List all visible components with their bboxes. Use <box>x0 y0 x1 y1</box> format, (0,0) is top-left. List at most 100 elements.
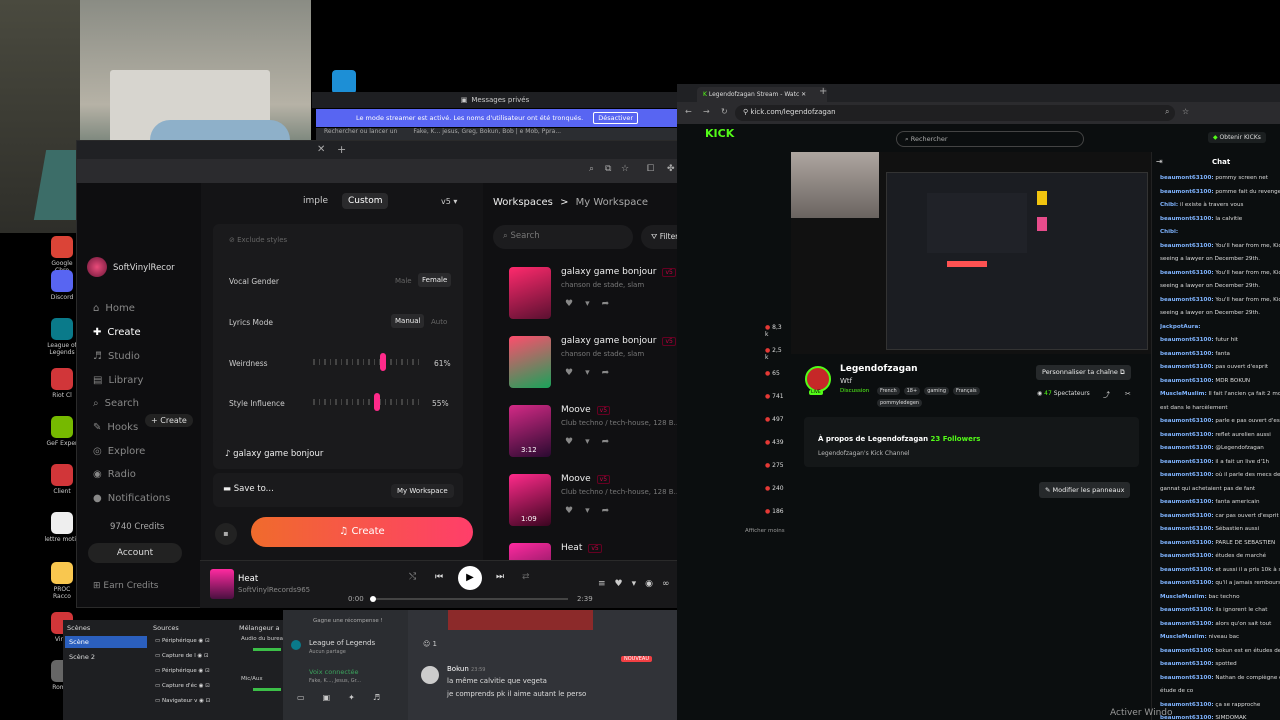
stream-tag[interactable]: gaming <box>924 387 950 395</box>
chat-username[interactable]: beaumont63100: <box>1160 607 1214 613</box>
dislike-icon[interactable]: ▾ <box>585 299 602 309</box>
reaction[interactable]: ☺ 1 <box>423 640 437 648</box>
chat-username[interactable]: beaumont63100: <box>1160 702 1214 708</box>
like-icon[interactable]: ♥ <box>565 299 585 309</box>
track-title[interactable]: Moove v5 <box>561 474 611 484</box>
desktop-icon[interactable]: lettre motiv <box>44 512 80 543</box>
save-to-workspace-select[interactable]: My Workspace <box>391 484 454 498</box>
followed-channel-viewers[interactable]: ● 65 <box>765 370 780 377</box>
sidebar-item-notifications[interactable]: ● Notifications <box>93 493 170 504</box>
followed-channel-viewers[interactable]: ● 275 <box>765 462 784 469</box>
comment-icon[interactable]: ◉ <box>645 579 662 589</box>
chat-username[interactable]: Chibi: <box>1160 229 1178 235</box>
track-title[interactable]: Heat v5 <box>561 543 602 553</box>
sidebar-item-radio[interactable]: ◉ Radio <box>93 469 136 480</box>
avatar[interactable] <box>421 666 439 684</box>
followed-channel-viewers[interactable]: ● 186 <box>765 508 784 515</box>
stream-tag[interactable]: Français <box>953 387 980 395</box>
desktop-icon[interactable]: Discord <box>44 270 80 301</box>
chat-username[interactable]: beaumont63100: <box>1160 540 1214 546</box>
chat-username[interactable]: beaumont63100: <box>1160 499 1214 505</box>
track-cover[interactable] <box>509 267 551 319</box>
forward-icon[interactable]: → <box>703 107 710 116</box>
stream-tag[interactable]: 18+ <box>903 387 921 395</box>
kick-new-tab-icon[interactable]: + <box>819 86 827 97</box>
desktop-icon[interactable]: PROC Racco <box>44 562 80 600</box>
search-input[interactable]: ⌕ Search <box>493 225 633 249</box>
share-icon[interactable]: ➦ <box>602 437 622 447</box>
screenshare-icon[interactable]: ▣ <box>323 693 349 702</box>
chat-username[interactable]: MusclеMuslim: <box>1160 634 1207 640</box>
kick-logo[interactable]: KICK <box>705 127 734 140</box>
slider-knob[interactable] <box>380 353 387 371</box>
track-cover[interactable]: 1:09 <box>509 474 551 526</box>
vocal-female-option[interactable]: Female <box>418 273 452 287</box>
source-item[interactable]: ▭ Périphérique ◉ ⊡ <box>155 638 237 653</box>
sidebar-item-explore[interactable]: ◎ Explore <box>93 446 145 457</box>
chat-username[interactable]: MusclеMuslim: <box>1160 391 1207 397</box>
chat-username[interactable]: beaumont63100: <box>1160 270 1214 276</box>
soundboard-icon[interactable]: ♬ <box>373 693 398 702</box>
followed-channel-viewers[interactable]: ● 240 <box>765 485 784 492</box>
chat-username[interactable]: beaumont63100: <box>1160 378 1214 384</box>
progress-bar[interactable] <box>370 596 568 602</box>
tab-simple[interactable]: imple <box>303 196 328 206</box>
visibility-icon[interactable]: ◉ <box>199 638 204 644</box>
desktop-icon[interactable]: Client <box>44 464 80 495</box>
track-title[interactable]: galaxy game bonjour v5 <box>561 336 676 346</box>
share-icon[interactable]: ➦ <box>602 506 622 516</box>
kick-address-bar[interactable]: ⚲ kick.com/legendofzagan <box>735 105 1175 121</box>
show-less-link[interactable]: Afficher moins <box>745 528 785 534</box>
chat-username[interactable]: beaumont63100: <box>1160 580 1214 586</box>
share-icon[interactable]: ➦ <box>602 368 622 378</box>
chat-username[interactable]: beaumont63100: <box>1160 675 1214 681</box>
chat-username[interactable]: beaumont63100: <box>1160 648 1214 654</box>
source-item[interactable]: ▭ Périphérique ◉ ⊡ <box>155 668 237 683</box>
visibility-icon[interactable]: ◉ <box>197 653 202 659</box>
followed-channel-viewers[interactable]: ● 497 <box>765 416 784 423</box>
chat-username[interactable]: beaumont63100: <box>1160 513 1214 519</box>
like-icon[interactable]: ♥ <box>565 437 585 447</box>
visibility-icon[interactable]: ◉ <box>199 698 204 704</box>
reward-text[interactable]: Gagne une récompense ! <box>313 618 383 624</box>
app-icon[interactable] <box>332 70 356 94</box>
exclude-styles-input[interactable]: ⊘ Exclude styles <box>229 236 287 244</box>
chat-username[interactable]: beaumont63100: <box>1160 175 1214 181</box>
shuffle-icon[interactable]: ⤭ <box>409 572 416 582</box>
lock-icon[interactable]: ⊡ <box>206 698 211 704</box>
camera-icon[interactable]: ▭ <box>297 693 323 702</box>
share-icon[interactable]: ⤴ <box>1103 390 1110 400</box>
breadcrumb-workspaces[interactable]: Workspaces <box>493 197 553 208</box>
version-select[interactable]: v5 ▾ <box>441 197 457 206</box>
username[interactable]: SoftVinylRecor <box>113 263 175 273</box>
chat-username[interactable]: beaumont63100: <box>1160 445 1214 451</box>
chat-username[interactable]: beaumont63100: <box>1160 621 1214 627</box>
sidebar-item-library[interactable]: ▤ Library <box>93 375 143 386</box>
lock-icon[interactable]: ⊡ <box>205 668 210 674</box>
track-title[interactable]: Moove v5 <box>561 405 611 415</box>
stream-tag[interactable]: French <box>877 387 900 395</box>
lock-icon[interactable]: ⊡ <box>205 638 210 644</box>
lyrics-auto-option[interactable]: Auto <box>431 318 447 326</box>
followed-channel-viewers[interactable]: ● 8,3 k <box>765 324 787 338</box>
server-name[interactable]: League of Legends <box>309 639 375 647</box>
track-cover[interactable] <box>509 336 551 388</box>
activity-icon[interactable]: ✦ <box>348 693 373 702</box>
source-item[interactable]: ▭ Capture d'éc ◉ ⊡ <box>155 683 237 698</box>
chat-username[interactable]: beaumont63100: <box>1160 661 1214 667</box>
reload-icon[interactable]: ↻ <box>721 107 728 116</box>
discord-search-input[interactable]: Rechercher ou lancer un <box>324 128 397 135</box>
like-icon[interactable]: ♥ <box>565 506 585 516</box>
back-icon[interactable]: ← <box>685 107 692 116</box>
dislike-icon[interactable]: ▾ <box>632 579 646 589</box>
followed-channel-viewers[interactable]: ● 2,5 k <box>765 347 787 361</box>
lyrics-manual-option[interactable]: Manual <box>391 314 425 328</box>
chat-username[interactable]: beaumont63100: <box>1160 418 1214 424</box>
chat-username[interactable]: JackpotAura: <box>1160 324 1201 330</box>
dislike-icon[interactable]: ▾ <box>585 368 602 378</box>
visibility-icon[interactable]: ◉ <box>199 683 204 689</box>
channel-avatar[interactable] <box>805 366 831 392</box>
chat-username[interactable]: Chibi: <box>1160 202 1178 208</box>
bookmark-icon[interactable]: ☆ <box>621 164 629 174</box>
avatar[interactable] <box>87 257 107 277</box>
